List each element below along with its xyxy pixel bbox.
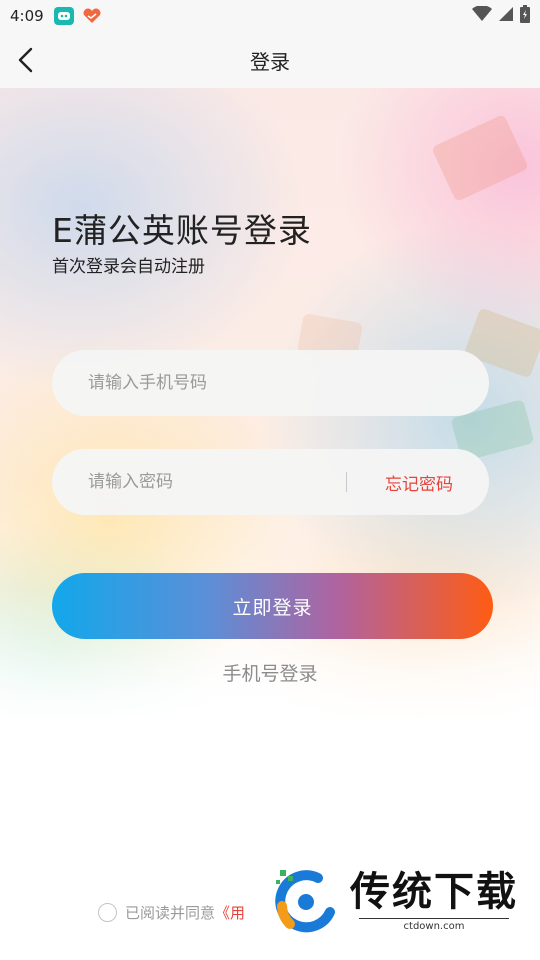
agreement-checkbox[interactable] bbox=[98, 903, 117, 922]
page-subtitle: 首次登录会自动注册 bbox=[52, 257, 205, 277]
watermark: 传统下载 ctdown.com bbox=[270, 862, 520, 940]
page-header-title: 登录 bbox=[250, 49, 290, 74]
phone-login-link[interactable]: 手机号登录 bbox=[0, 659, 540, 686]
login-button[interactable]: 立即登录 bbox=[52, 573, 493, 639]
back-button[interactable] bbox=[12, 46, 40, 74]
status-time: 4:09 bbox=[10, 7, 44, 25]
page-title: E蒲公英账号登录 bbox=[52, 211, 312, 250]
phone-input-container bbox=[52, 350, 489, 416]
agreement-prefix: 已阅读并同意 bbox=[125, 904, 216, 922]
decorative-card bbox=[431, 113, 529, 203]
status-icons bbox=[472, 0, 530, 32]
wifi-icon bbox=[472, 5, 492, 26]
phone-input[interactable] bbox=[88, 373, 453, 393]
divider bbox=[346, 472, 347, 492]
chevron-left-icon bbox=[18, 47, 33, 73]
password-input[interactable] bbox=[88, 472, 346, 492]
signal-icon bbox=[498, 6, 514, 26]
forgot-password-link[interactable]: 忘记密码 bbox=[385, 470, 453, 495]
watermark-logo-icon bbox=[275, 870, 335, 933]
app-header: 登录 bbox=[0, 32, 540, 88]
watermark-title: 传统下载 bbox=[350, 869, 518, 915]
watermark-text: 传统下载 ctdown.com bbox=[350, 870, 518, 932]
password-input-container: 忘记密码 bbox=[52, 449, 489, 515]
status-bar: 4:09 bbox=[0, 0, 540, 32]
app-badge-icon bbox=[53, 7, 74, 25]
user-agreement-link[interactable]: 《用 bbox=[215, 902, 245, 923]
agreement-row: 已阅读并同意 《用 bbox=[98, 902, 245, 923]
heart-app-icon bbox=[82, 7, 102, 25]
watermark-url: ctdown.com bbox=[359, 918, 509, 932]
battery-icon bbox=[520, 5, 530, 27]
